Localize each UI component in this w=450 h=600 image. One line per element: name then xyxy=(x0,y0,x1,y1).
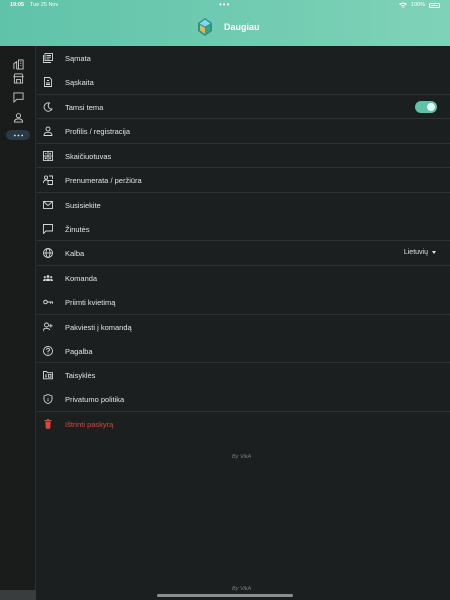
caret-down-icon xyxy=(432,251,436,254)
invoice-icon xyxy=(43,77,53,87)
menu-item-label: Taisyklės xyxy=(65,370,96,380)
app-title: Daugiau xyxy=(224,22,260,32)
menu-item-label: Profilis / registracija xyxy=(65,126,131,136)
moon-icon xyxy=(43,102,53,112)
menu-item-label: Sąskaita xyxy=(65,77,94,87)
menu-item-label: Prenumerata / peržiūra xyxy=(65,175,142,185)
rail-item-store[interactable] xyxy=(8,72,28,84)
dark-theme-toggle[interactable] xyxy=(415,101,437,113)
menu-item-label: Pakviesti į komandą xyxy=(65,322,132,332)
menu-item-label: Skaičiuotuvas xyxy=(65,151,112,161)
menu-item-profile[interactable]: Profilis / registracija xyxy=(37,119,450,143)
menu-item-invoice[interactable]: Sąskaita xyxy=(37,70,450,94)
rail-item-chat[interactable] xyxy=(8,91,28,103)
subscription-icon xyxy=(43,175,53,185)
menu-item-delete-account[interactable]: Ištrinti paskyrą xyxy=(37,412,450,436)
rail-item-profile[interactable] xyxy=(8,111,28,123)
battery-percent: 100% xyxy=(410,2,425,8)
side-rail xyxy=(0,46,36,600)
house-logo-icon xyxy=(198,18,212,36)
key-icon xyxy=(43,297,53,307)
wifi-icon xyxy=(398,2,407,8)
home-indicator[interactable] xyxy=(157,594,293,597)
menu-item-calculator[interactable]: Skaičiuotuvas xyxy=(37,144,450,168)
menu-item-label: Pagalba xyxy=(65,346,93,356)
rail-footer xyxy=(0,590,36,600)
menu-item-label: Komanda xyxy=(65,273,98,283)
rail-item-estimates[interactable] xyxy=(8,58,28,70)
author-credit: By VikA xyxy=(232,454,252,460)
menu-item-label: Kalba xyxy=(65,248,85,258)
author-credit-bottom: By VikA xyxy=(232,586,252,592)
globe-icon xyxy=(43,248,53,258)
menu-item-invite-to-team[interactable]: Pakviesti į komandą xyxy=(37,315,450,339)
mail-icon xyxy=(43,200,53,210)
menu-item-label: Susisiekite xyxy=(65,200,101,210)
language-select[interactable]: Lietuvių xyxy=(404,249,436,256)
battery-icon xyxy=(429,2,440,8)
menu-item-label: Ištrinti paskyrą xyxy=(65,419,114,429)
language-value: Lietuvių xyxy=(403,249,428,256)
document-stack-icon xyxy=(43,53,53,63)
chat-icon xyxy=(43,224,53,234)
menu-item-label: Žinutės xyxy=(65,224,90,234)
menu-item-label: Sąmata xyxy=(65,53,91,63)
folder-rules-icon xyxy=(43,370,53,380)
app-header: 19:05 Tue 25 Nov ••• 100% Daugiau xyxy=(0,0,450,46)
chat-icon xyxy=(12,91,24,103)
more-dots-icon xyxy=(13,134,23,136)
shield-icon xyxy=(43,394,53,404)
menu-item-contact[interactable]: Susisiekite xyxy=(37,193,450,217)
person-icon xyxy=(43,126,53,136)
menu-item-label: Privatumo politika xyxy=(65,394,125,404)
menu-item-label: Priimti kvietimą xyxy=(65,297,116,307)
menu-item-subscription[interactable]: Prenumerata / peržiūra xyxy=(37,168,450,192)
chart-building-icon xyxy=(12,58,24,70)
menu-item-team[interactable]: Komanda xyxy=(37,266,450,290)
menu-item-accept-invite[interactable]: Priimti kvietimą xyxy=(37,290,450,314)
person-icon xyxy=(13,112,23,123)
menu-item-help[interactable]: Pagalba xyxy=(37,339,450,363)
menu-item-estimate[interactable]: Sąmata xyxy=(37,46,450,70)
add-person-icon xyxy=(43,322,53,332)
menu-item-privacy-policy[interactable]: Privatumo politika xyxy=(37,387,450,411)
menu-item-rules[interactable]: Taisyklės xyxy=(37,363,450,387)
menu-item-language[interactable]: Kalba Lietuvių xyxy=(37,241,450,265)
status-time: 19:05 xyxy=(10,2,25,8)
multitask-dots[interactable]: ••• xyxy=(219,1,230,9)
status-right: 100% xyxy=(398,2,440,8)
help-icon xyxy=(43,346,53,356)
store-icon xyxy=(12,72,24,84)
settings-menu: Sąmata Sąskaita Tamsi tema Profilis / re… xyxy=(37,46,450,600)
rail-item-more[interactable] xyxy=(6,130,30,140)
menu-item-dark-theme[interactable]: Tamsi tema xyxy=(37,95,450,119)
menu-item-label: Tamsi tema xyxy=(65,102,104,112)
trash-icon xyxy=(43,419,53,429)
team-icon xyxy=(43,273,53,283)
menu-item-messages[interactable]: Žinutės xyxy=(37,217,450,241)
calculator-icon xyxy=(43,151,53,161)
status-date: Tue 25 Nov xyxy=(30,2,59,8)
